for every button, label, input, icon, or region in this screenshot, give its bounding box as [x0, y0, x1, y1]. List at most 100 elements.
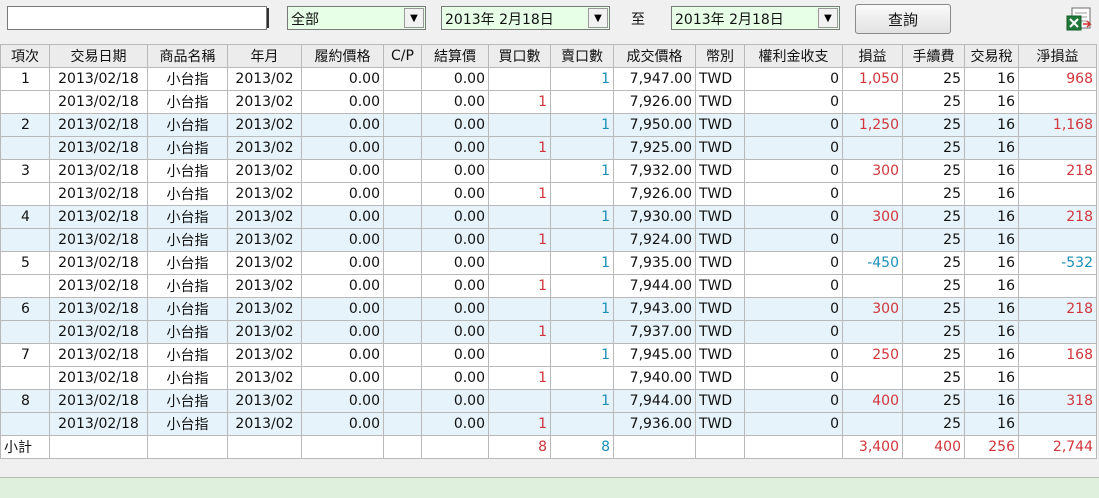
table-cell: 0 — [744, 412, 843, 436]
table-row[interactable]: 2013/02/18 小台指 2013/02 0.00 0.00 1 7,924.00 TWD… — [0, 228, 1097, 252]
table-cell — [842, 274, 903, 298]
table-cell: 8 — [0, 389, 50, 413]
table-cell: 2013/02 — [227, 297, 302, 321]
table-row[interactable]: 2013/02/18 小台指 2013/02 0.00 0.00 1 7,926.00 TWD… — [0, 90, 1097, 114]
table-row[interactable]: 2013/02/18 小台指 2013/02 0.00 0.00 1 7,936.00 TWD… — [0, 412, 1097, 436]
trades-table: 項次 交易日期 商品名稱 年月 履約價格 C/P 結算價 買口數 賣口數 成交價格 幣別 權利金收支損… — [0, 44, 1097, 459]
table-row[interactable]: 4 2013/02/18 小台指 2013/02 0.00 0.00 1 7,930.00 TW… — [0, 205, 1097, 229]
table-cell: TWD — [695, 366, 745, 390]
table-cell: 16 — [964, 412, 1019, 436]
table-row[interactable]: 2013/02/18 小台指 2013/02 0.00 0.00 1 7,926.00 TWD… — [0, 182, 1097, 206]
column-header[interactable]: 權利金收支 — [744, 44, 843, 68]
table-cell: TWD — [695, 67, 745, 91]
table-cell — [0, 274, 50, 298]
table-row[interactable]: 3 2013/02/18 小台指 2013/02 0.00 0.00 1 7,932.00 TW… — [0, 159, 1097, 183]
search-input[interactable] — [7, 6, 267, 30]
column-header[interactable]: 交易稅 — [964, 44, 1019, 68]
table-cell: 7,950.00 — [613, 113, 696, 137]
table-cell: 2013/02/18 — [49, 343, 148, 367]
excel-export-icon[interactable] — [1066, 6, 1092, 32]
table-row[interactable]: 1 2013/02/18 小台指 2013/02 0.00 0.00 1 7,947.00 TW… — [0, 67, 1097, 91]
column-header[interactable]: 項次 — [0, 44, 50, 68]
table-row[interactable]: 7 2013/02/18 小台指 2013/02 0.00 0.00 1 7,945.00 TW… — [0, 343, 1097, 367]
chevron-down-icon[interactable]: ▼ — [818, 8, 838, 28]
table-cell — [383, 320, 422, 344]
table-row[interactable]: 2013/02/18 小台指 2013/02 0.00 0.00 1 7,925.00 TWD… — [0, 136, 1097, 160]
table-cell: 1 — [488, 90, 551, 114]
table-cell — [0, 228, 50, 252]
table-cell: 0.00 — [421, 90, 489, 114]
query-button[interactable]: 查詢 — [855, 4, 951, 34]
column-header[interactable]: 成交價格 — [613, 44, 696, 68]
table-cell: 0.00 — [421, 182, 489, 206]
table-cell: 0 — [744, 182, 843, 206]
date-to-picker[interactable]: 2013年 2月18日 ▼ — [671, 6, 840, 30]
column-header[interactable]: 手續費 — [902, 44, 965, 68]
table-row[interactable]: 2 2013/02/18 小台指 2013/02 0.00 0.00 1 7,950.00 TW… — [0, 113, 1097, 137]
table-cell: 1 — [550, 251, 614, 275]
table-cell: 小台指 — [147, 389, 228, 413]
column-header[interactable]: 結算價 — [421, 44, 489, 68]
column-header[interactable]: 損益 — [842, 44, 903, 68]
table-row[interactable]: 5 2013/02/18 小台指 2013/02 0.00 0.00 1 7,935.00 TW… — [0, 251, 1097, 275]
table-cell — [550, 274, 614, 298]
column-header[interactable]: 年月 — [227, 44, 302, 68]
column-header[interactable]: C/P — [383, 44, 422, 68]
table-cell: 0.00 — [301, 251, 384, 275]
table-cell: 25 — [902, 320, 965, 344]
table-cell — [550, 320, 614, 344]
table-cell: 4 — [0, 205, 50, 229]
table-cell: 2013/02 — [227, 90, 302, 114]
table-cell: 2013/02 — [227, 320, 302, 344]
subtotal-cell — [421, 435, 489, 459]
table-cell — [488, 343, 551, 367]
category-select[interactable]: 全部 ▼ — [287, 6, 426, 30]
table-cell: 16 — [964, 251, 1019, 275]
table-cell — [842, 90, 903, 114]
column-header[interactable]: 買口數 — [488, 44, 551, 68]
table-cell: 0.00 — [301, 67, 384, 91]
date-to-value: 2013年 2月18日 — [675, 12, 784, 28]
subtotal-cell — [227, 435, 302, 459]
column-header[interactable]: 商品名稱 — [147, 44, 228, 68]
column-header[interactable]: 淨損益 — [1018, 44, 1097, 68]
table-cell: 218 — [1018, 297, 1097, 321]
table-cell: 2013/02/18 — [49, 389, 148, 413]
date-from-picker[interactable]: 2013年 2月18日 ▼ — [441, 6, 610, 30]
table-cell: 1 — [0, 67, 50, 91]
column-header[interactable]: 履約價格 — [301, 44, 384, 68]
table-cell: 小台指 — [147, 251, 228, 275]
table-cell: 2013/02 — [227, 274, 302, 298]
table-row[interactable]: 2013/02/18 小台指 2013/02 0.00 0.00 1 7,940.00 TWD… — [0, 366, 1097, 390]
table-cell: 2013/02/18 — [49, 366, 148, 390]
chevron-down-icon[interactable]: ▼ — [404, 8, 424, 28]
table-cell: 25 — [902, 412, 965, 436]
table-row[interactable]: 6 2013/02/18 小台指 2013/02 0.00 0.00 1 7,943.00 TW… — [0, 297, 1097, 321]
table-cell: 2013/02/18 — [49, 67, 148, 91]
column-header[interactable]: 幣別 — [695, 44, 745, 68]
table-cell: 25 — [902, 366, 965, 390]
table-row[interactable]: 2013/02/18 小台指 2013/02 0.00 0.00 1 7,944.00 TWD… — [0, 274, 1097, 298]
table-cell — [842, 136, 903, 160]
table-cell: 2013/02 — [227, 251, 302, 275]
chevron-down-icon[interactable]: ▼ — [588, 8, 608, 28]
table-cell: 0.00 — [421, 389, 489, 413]
table-cell: 7,936.00 — [613, 412, 696, 436]
table-row[interactable]: 8 2013/02/18 小台指 2013/02 0.00 0.00 1 7,944.00 TW… — [0, 389, 1097, 413]
table-cell — [383, 90, 422, 114]
table-cell: TWD — [695, 320, 745, 344]
table-cell: 小台指 — [147, 205, 228, 229]
table-cell: 7,930.00 — [613, 205, 696, 229]
table-cell — [1018, 228, 1097, 252]
table-cell — [488, 297, 551, 321]
table-cell: 0 — [744, 320, 843, 344]
column-header[interactable]: 交易日期 — [49, 44, 148, 68]
table-cell: 25 — [902, 159, 965, 183]
table-cell — [383, 182, 422, 206]
column-header[interactable]: 賣口數 — [550, 44, 614, 68]
table-cell: 2013/02 — [227, 182, 302, 206]
table-cell: -532 — [1018, 251, 1097, 275]
table-cell: TWD — [695, 343, 745, 367]
table-cell — [550, 90, 614, 114]
table-row[interactable]: 2013/02/18 小台指 2013/02 0.00 0.00 1 7,937.00 TWD… — [0, 320, 1097, 344]
